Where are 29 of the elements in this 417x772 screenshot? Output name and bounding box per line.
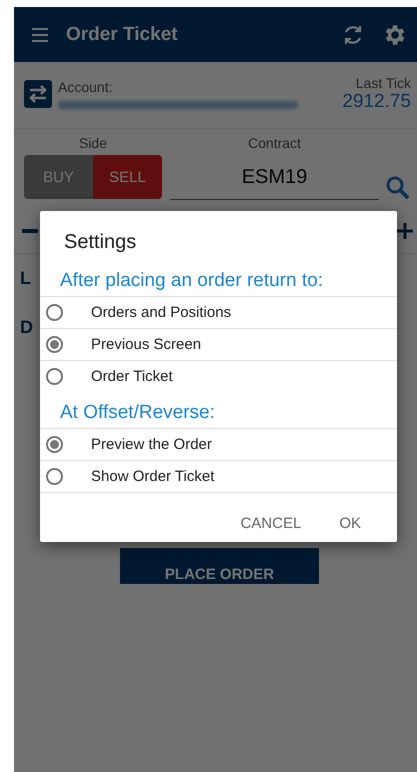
dialog-title: Settings <box>63 230 138 255</box>
last-tick-value: 2912.75 <box>342 91 411 113</box>
dialog-button[interactable]: OK <box>335 511 365 536</box>
radio-button[interactable] <box>46 336 63 353</box>
section-heading: After placing an order return to: <box>59 269 324 293</box>
dialog-button[interactable]: CANCEL <box>236 511 306 536</box>
side-label: Side <box>78 135 108 151</box>
field-label: D <box>19 316 33 339</box>
contract-field[interactable]: ESM19 <box>170 155 379 200</box>
radio-button[interactable] <box>46 304 63 321</box>
radio-option[interactable]: Show Order Ticket <box>40 460 397 492</box>
contract-label: Contract <box>248 135 301 151</box>
radio-option[interactable]: Preview the Order <box>40 428 397 460</box>
plus-icon[interactable] <box>397 223 413 239</box>
place-order-button[interactable]: PLACE ORDER <box>120 548 319 584</box>
radio-option[interactable]: Orders and Positions <box>40 296 397 328</box>
field-label: L <box>19 267 31 290</box>
menu-icon[interactable] <box>30 26 50 42</box>
app-bar-title: Order Ticket <box>66 24 179 46</box>
radio-button[interactable] <box>46 468 63 485</box>
radio-button[interactable] <box>46 368 63 385</box>
switch-account-icon[interactable] <box>24 80 52 108</box>
radio-button[interactable] <box>46 436 63 453</box>
section-heading: At Offset/Reverse: <box>59 401 216 425</box>
account-label: Account: <box>58 79 114 95</box>
radio-option[interactable]: Previous Screen <box>40 328 397 360</box>
search-icon[interactable] <box>385 175 411 201</box>
radio-option[interactable]: Order Ticket <box>40 360 397 392</box>
last-tick-label: Last Tick <box>356 75 411 91</box>
